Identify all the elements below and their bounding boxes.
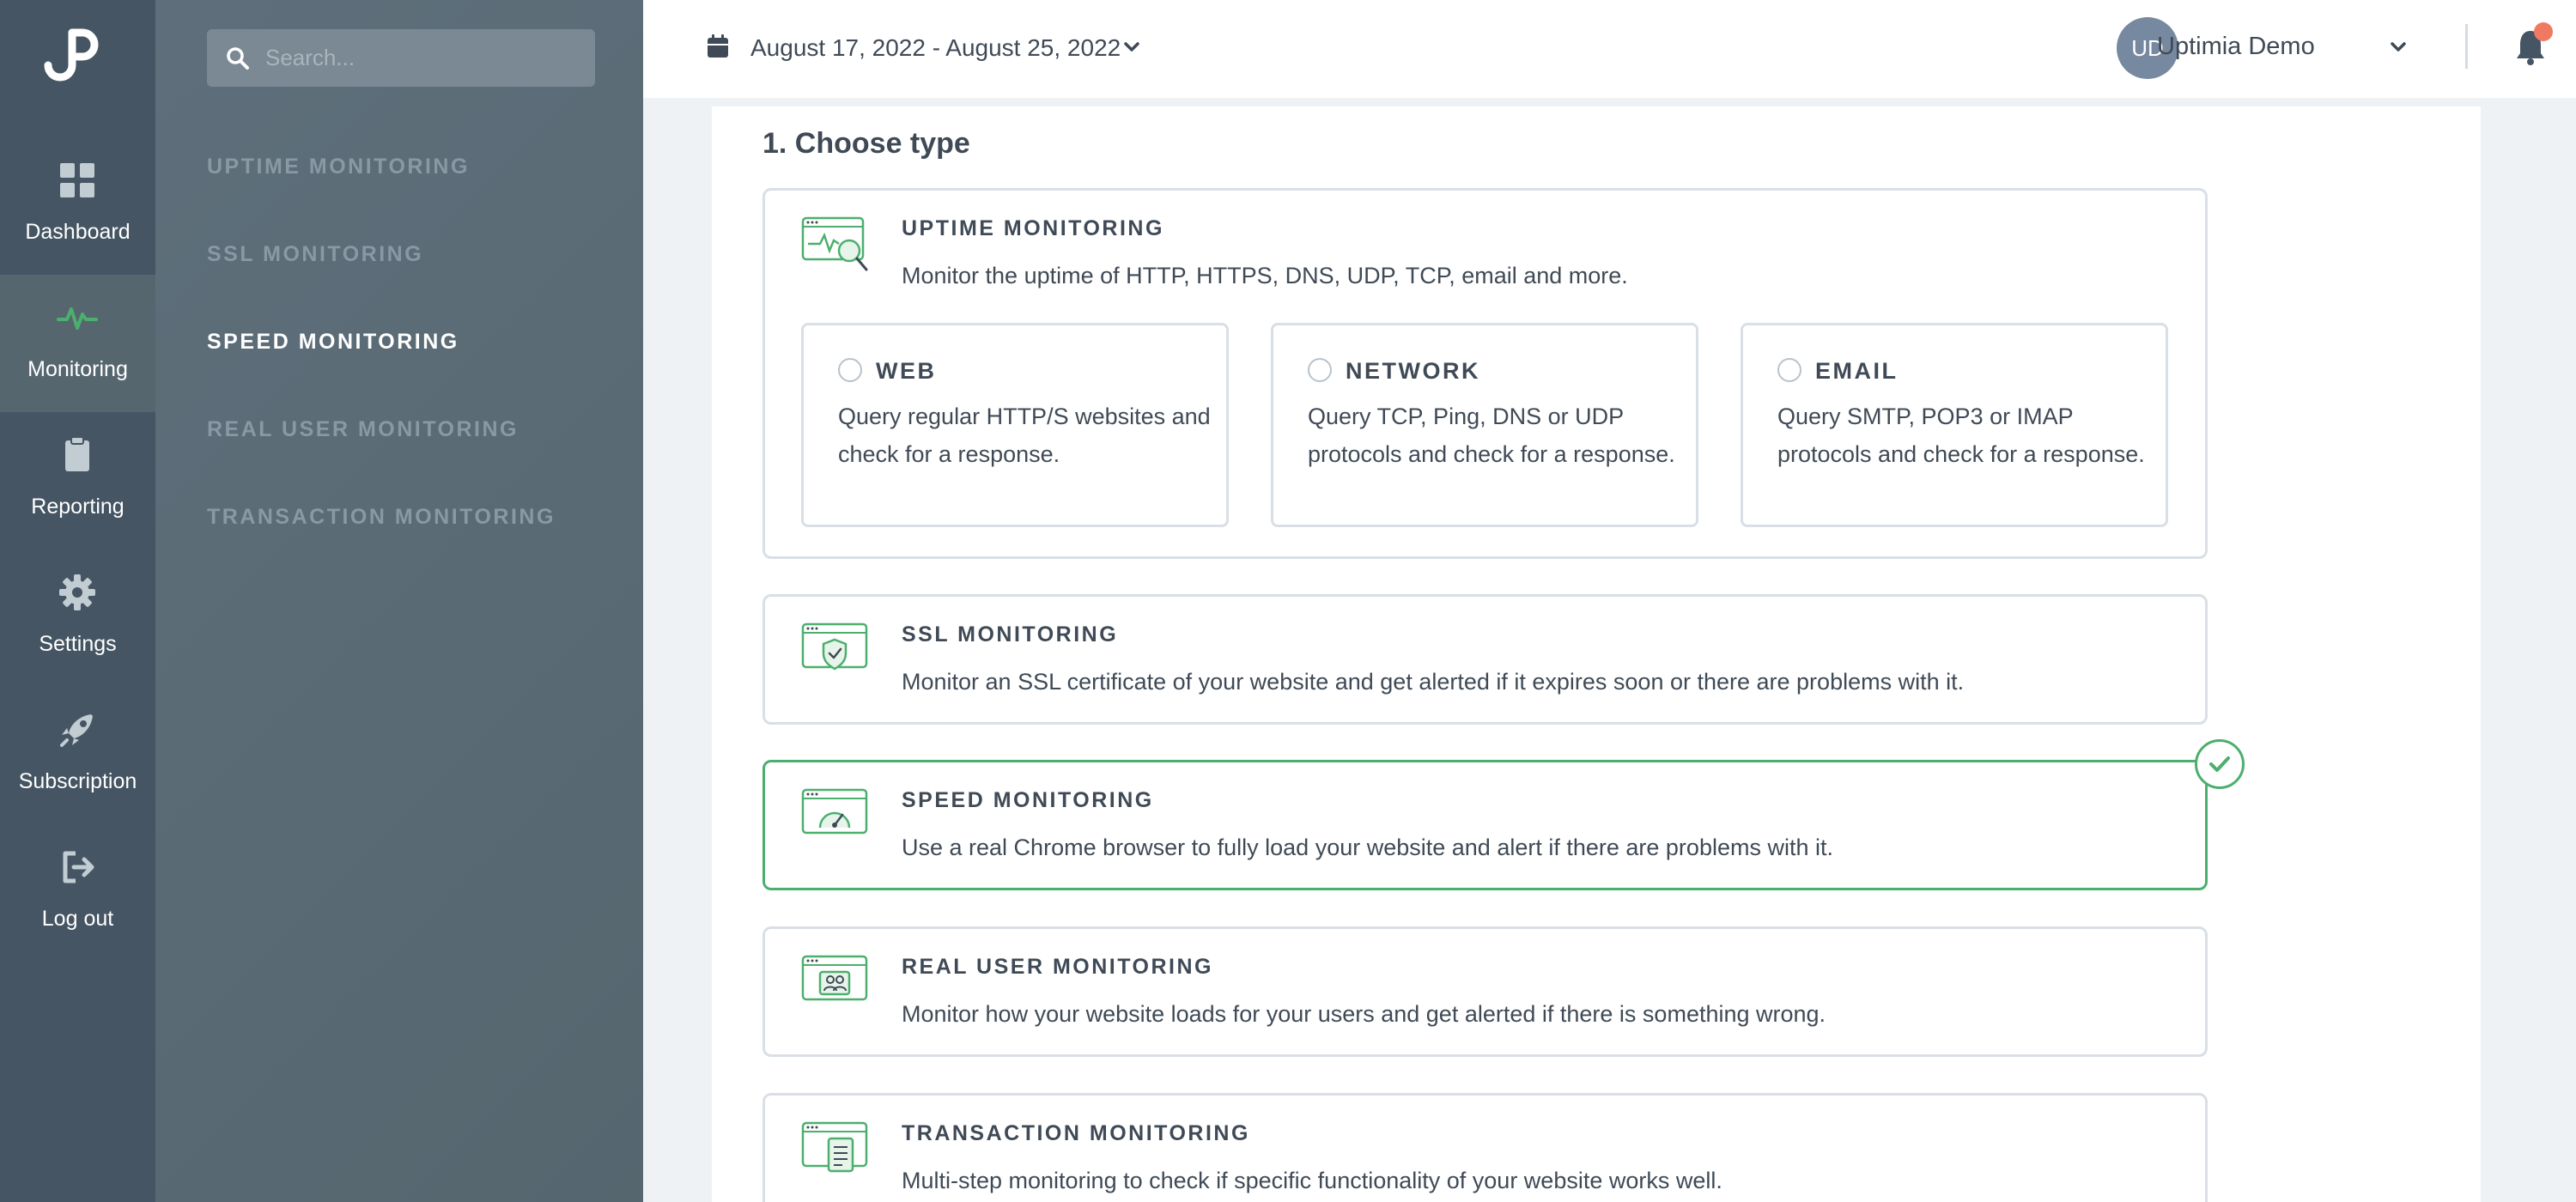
calendar-icon[interactable] <box>707 34 729 58</box>
submenu-transaction-monitoring[interactable]: TRANSACTION MONITORING <box>207 505 556 530</box>
pulse-icon <box>57 307 98 330</box>
chevron-down-icon[interactable] <box>2391 41 2406 53</box>
search-icon <box>227 47 249 70</box>
card-description: Monitor how your website loads for your … <box>902 1001 1826 1027</box>
card-title: UPTIME MONITORING <box>902 216 1164 240</box>
search-input[interactable] <box>265 39 574 76</box>
clipboard-icon <box>65 436 89 471</box>
subtype-card-email[interactable]: EMAIL Query SMTP, POP3 or IMAP protocols… <box>1741 323 2168 527</box>
nav-label: Settings <box>39 632 117 656</box>
nav-subscription[interactable]: Subscription <box>0 687 155 824</box>
top-bar: August 17, 2022 - August 25, 2022 UD Upt… <box>643 0 2576 98</box>
nav-logout[interactable]: Log out <box>0 824 155 962</box>
submenu-real-user-monitoring[interactable]: REAL USER MONITORING <box>207 417 519 442</box>
card-description: Use a real Chrome browser to fully load … <box>902 835 1833 860</box>
submenu-speed-monitoring[interactable]: SPEED MONITORING <box>207 330 459 355</box>
radio-email[interactable] <box>1777 358 1801 382</box>
logout-icon <box>63 851 94 883</box>
type-card-ssl[interactable]: SSL MONITORING Monitor an SSL certificat… <box>762 594 2208 725</box>
nav-label: Reporting <box>31 495 125 519</box>
date-range-picker[interactable]: August 17, 2022 - August 25, 2022 <box>750 34 1121 62</box>
create-monitor-panel: 1. Choose type UPTIME MONITORING Monitor… <box>712 106 2481 1202</box>
subtype-title: WEB <box>876 358 937 384</box>
type-card-transaction[interactable]: TRANSACTION MONITORING Multi-step monito… <box>762 1093 2208 1202</box>
nav-reporting[interactable]: Reporting <box>0 412 155 549</box>
type-card-real-user[interactable]: REAL USER MONITORING Monitor how your we… <box>762 926 2208 1057</box>
card-description: Multi-step monitoring to check if specif… <box>902 1168 1722 1193</box>
nav-label: Dashboard <box>25 220 131 244</box>
uptime-monitor-icon <box>801 216 868 271</box>
card-title: REAL USER MONITORING <box>902 955 1213 979</box>
transaction-icon <box>801 1121 868 1173</box>
card-description: Monitor an SSL certificate of your websi… <box>902 669 1965 695</box>
speed-gauge-icon <box>801 788 868 835</box>
checkmark-icon <box>2209 756 2230 772</box>
card-description: Monitor the uptime of HTTP, HTTPS, DNS, … <box>902 263 1628 288</box>
subtype-description: Query regular HTTP/S websites and check … <box>838 404 1211 467</box>
main-nav-rail: Dashboard Monitoring Reporting Settings <box>0 0 155 1202</box>
nav-settings[interactable]: Settings <box>0 549 155 687</box>
topbar-divider <box>2465 24 2468 69</box>
subtype-card-network[interactable]: NETWORK Query TCP, Ping, DNS or UDP prot… <box>1271 323 1698 527</box>
type-card-uptime[interactable]: UPTIME MONITORING Monitor the uptime of … <box>762 188 2208 559</box>
selected-check-badge <box>2195 739 2245 789</box>
nav-label: Subscription <box>18 769 137 793</box>
type-card-speed[interactable]: SPEED MONITORING Use a real Chrome brows… <box>762 739 2245 890</box>
subtype-title: EMAIL <box>1815 358 1899 384</box>
grid-icon <box>60 163 94 197</box>
radio-network[interactable] <box>1308 358 1332 382</box>
subtype-card-web[interactable]: WEB Query regular HTTP/S websites and ch… <box>801 323 1229 527</box>
real-user-icon <box>801 955 868 1001</box>
card-title: TRANSACTION MONITORING <box>902 1121 1250 1145</box>
subtype-description: Query SMTP, POP3 or IMAP protocols and c… <box>1777 404 2145 467</box>
submenu-ssl-monitoring[interactable]: SSL MONITORING <box>207 242 423 267</box>
radio-web[interactable] <box>838 358 862 382</box>
gear-icon <box>59 574 95 610</box>
app-logo-icon[interactable] <box>38 27 106 88</box>
card-title: SPEED MONITORING <box>902 788 1154 812</box>
chevron-down-icon[interactable] <box>1124 41 1139 53</box>
subtype-description: Query TCP, Ping, DNS or UDP protocols an… <box>1308 404 1675 467</box>
rocket-icon <box>60 714 93 747</box>
card-title: SSL MONITORING <box>902 622 1119 647</box>
submenu-uptime-monitoring[interactable]: UPTIME MONITORING <box>207 155 470 179</box>
monitoring-submenu: UPTIME MONITORING SSL MONITORING SPEED M… <box>155 0 643 1202</box>
search-box[interactable] <box>207 29 595 87</box>
nav-monitoring[interactable]: Monitoring <box>0 275 155 412</box>
nav-dashboard[interactable]: Dashboard <box>0 137 155 275</box>
step-title: 1. Choose type <box>762 127 970 160</box>
nav-label: Log out <box>41 907 114 931</box>
ssl-shield-icon <box>801 622 868 671</box>
subtype-title: NETWORK <box>1346 358 1480 384</box>
nav-label: Monitoring <box>27 357 128 381</box>
user-menu[interactable]: Uptimia Demo <box>2157 33 2315 61</box>
notification-badge <box>2534 22 2553 41</box>
